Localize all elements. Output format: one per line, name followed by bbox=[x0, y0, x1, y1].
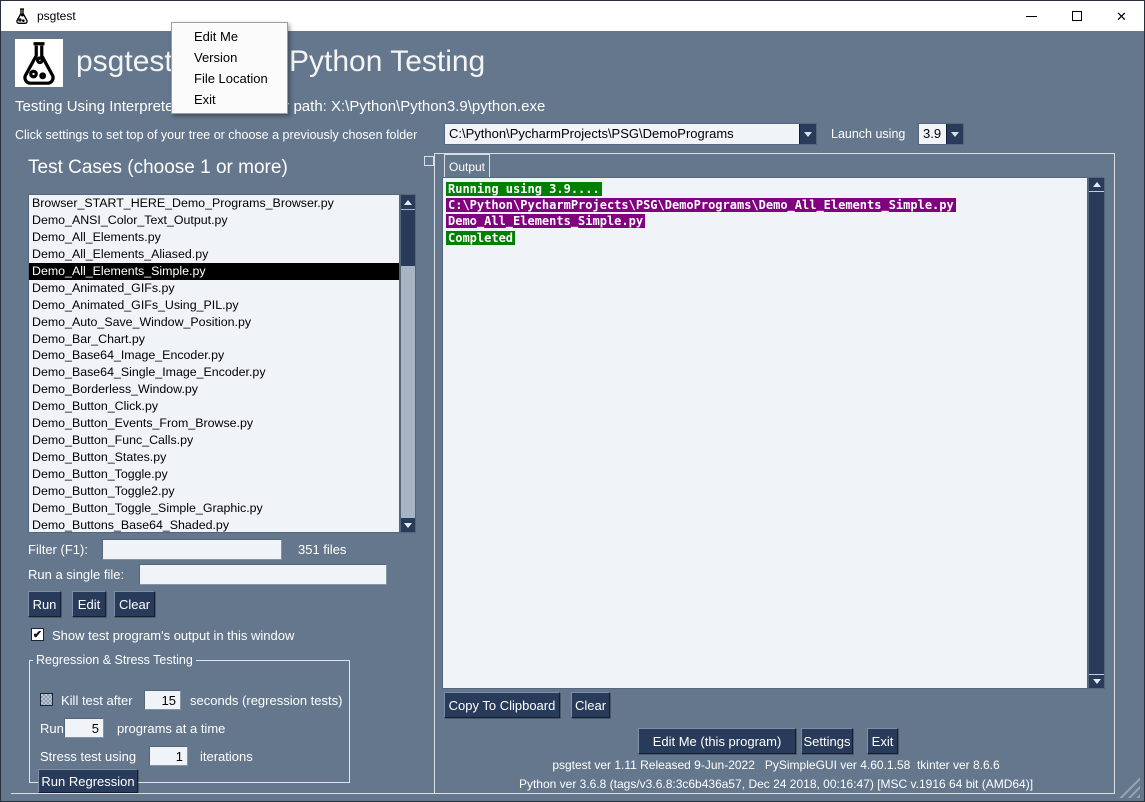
launch-combo-value: 3.9 bbox=[919, 124, 946, 144]
list-item[interactable]: Demo_ANSI_Color_Text_Output.py bbox=[29, 212, 399, 229]
kill-test-suffix: seconds (regression tests) bbox=[190, 693, 342, 708]
flask-icon bbox=[17, 41, 61, 85]
output-multiline[interactable]: Running using 3.9.... C:\Python\PycharmP… bbox=[442, 177, 1088, 689]
maximize-button[interactable] bbox=[1054, 1, 1099, 31]
run-regression-button[interactable]: Run Regression bbox=[38, 769, 138, 793]
list-item[interactable]: Demo_All_Elements_Aliased.py bbox=[29, 246, 399, 263]
stress-label: Stress test using bbox=[40, 749, 136, 764]
scroll-down-icon[interactable] bbox=[401, 518, 415, 532]
test-cases-listbox[interactable]: Browser_START_HERE_Demo_Programs_Browser… bbox=[28, 194, 400, 533]
maximize-icon bbox=[1072, 11, 1082, 21]
menu-item-file-location[interactable]: File Location bbox=[172, 68, 287, 89]
scroll-up-icon[interactable] bbox=[401, 195, 415, 209]
menu-item-exit[interactable]: Exit bbox=[172, 89, 287, 110]
list-item[interactable]: Demo_Base64_Single_Image_Encoder.py bbox=[29, 364, 399, 381]
launch-combo[interactable]: 3.9 bbox=[918, 123, 964, 145]
list-scrollbar[interactable] bbox=[400, 194, 416, 533]
scroll-thumb[interactable] bbox=[1089, 193, 1104, 673]
list-item[interactable]: Demo_Bar_Chart.py bbox=[29, 331, 399, 348]
folder-combo-arrow-icon[interactable] bbox=[799, 124, 816, 144]
output-line: Demo_All_Elements_Simple.py bbox=[446, 213, 1087, 229]
run-count-input[interactable] bbox=[64, 718, 104, 738]
settings-button[interactable]: Settings bbox=[801, 728, 853, 754]
close-button[interactable]: ✕ bbox=[1099, 1, 1144, 31]
exit-button[interactable]: Exit bbox=[867, 728, 898, 754]
app-logo bbox=[15, 39, 63, 87]
list-item[interactable]: Demo_Animated_GIFs_Using_PIL.py bbox=[29, 297, 399, 314]
scroll-up-icon[interactable] bbox=[1089, 178, 1104, 192]
show-output-label: Show test program's output in this windo… bbox=[52, 628, 294, 643]
list-item[interactable]: Demo_Button_Func_Calls.py bbox=[29, 432, 399, 449]
output-line: C:\Python\PycharmProjects\PSG\DemoProgra… bbox=[446, 197, 1087, 213]
kill-test-label: Kill test after bbox=[61, 693, 133, 708]
filter-input[interactable] bbox=[102, 539, 282, 560]
scroll-thumb[interactable] bbox=[401, 210, 415, 266]
tab-output[interactable]: Output bbox=[444, 154, 490, 178]
page-title-left: psgtest bbox=[76, 45, 173, 79]
kill-seconds-input[interactable] bbox=[144, 690, 181, 710]
kill-test-checkbox[interactable] bbox=[40, 693, 53, 706]
version-status-line: psgtest ver 1.11 Released 9-Jun-2022 PyS… bbox=[438, 758, 1114, 772]
menu-item-edit-me[interactable]: Edit Me bbox=[172, 26, 287, 47]
single-file-label: Run a single file: bbox=[28, 567, 124, 582]
output-line: Running using 3.9.... bbox=[446, 181, 1087, 197]
regression-group: Regression & Stress Testing Kill test af… bbox=[29, 653, 350, 783]
list-item[interactable]: Demo_Button_Toggle2.py bbox=[29, 483, 399, 500]
file-count: 351 files bbox=[298, 542, 346, 557]
list-item[interactable]: Demo_Button_Events_From_Browse.py bbox=[29, 415, 399, 432]
list-item-selected[interactable]: Demo_All_Elements_Simple.py bbox=[29, 263, 399, 280]
launch-using-label: Launch using bbox=[831, 127, 905, 141]
close-icon: ✕ bbox=[1116, 10, 1127, 23]
folder-combo[interactable]: C:\Python\PycharmProjects\PSG\DemoProgra… bbox=[444, 123, 817, 145]
python-version-line: Python ver 3.6.8 (tags/v3.6.8:3c6b436a57… bbox=[438, 777, 1114, 791]
copy-to-clipboard-button[interactable]: Copy To Clipboard bbox=[444, 692, 560, 718]
filter-label: Filter (F1): bbox=[28, 542, 88, 557]
list-item[interactable]: Demo_Button_Toggle.py bbox=[29, 466, 399, 483]
minimize-button[interactable] bbox=[1009, 1, 1054, 31]
launch-combo-arrow-icon[interactable] bbox=[946, 124, 963, 144]
run-count-label: Run bbox=[40, 721, 64, 736]
list-item[interactable]: Demo_Buttons_Base64_Shaded.py bbox=[29, 517, 399, 533]
show-output-checkbox[interactable]: ✔ bbox=[31, 628, 44, 641]
list-item[interactable]: Demo_Borderless_Window.py bbox=[29, 381, 399, 398]
pane-grip[interactable] bbox=[424, 156, 434, 166]
list-item[interactable]: Demo_All_Elements.py bbox=[29, 229, 399, 246]
window-title: psgtest bbox=[37, 9, 76, 23]
stress-suffix: iterations bbox=[200, 749, 253, 764]
list-item[interactable]: Browser_START_HERE_Demo_Programs_Browser… bbox=[29, 195, 399, 212]
regression-group-title: Regression & Stress Testing bbox=[33, 653, 196, 667]
list-item[interactable]: Demo_Auto_Save_Window_Position.py bbox=[29, 314, 399, 331]
minimize-icon bbox=[1026, 16, 1037, 17]
folder-combo-value: C:\Python\PycharmProjects\PSG\DemoProgra… bbox=[445, 124, 799, 144]
list-item[interactable]: Demo_Button_Click.py bbox=[29, 398, 399, 415]
app-window: psgtest ✕ psgtest Python Testing Testing… bbox=[0, 0, 1145, 802]
app-flask-icon bbox=[14, 8, 30, 24]
context-menu: Edit Me Version File Location Exit bbox=[171, 22, 288, 114]
run-button[interactable]: Run bbox=[28, 591, 61, 617]
page-title-right: Python Testing bbox=[289, 45, 485, 79]
list-item[interactable]: Demo_Base64_Image_Encoder.py bbox=[29, 347, 399, 364]
list-item[interactable]: Demo_Animated_GIFs.py bbox=[29, 280, 399, 297]
edit-button[interactable]: Edit bbox=[72, 591, 106, 617]
output-scrollbar[interactable] bbox=[1088, 177, 1105, 689]
output-line: Completed bbox=[446, 230, 1087, 246]
edit-me-button[interactable]: Edit Me (this program) bbox=[638, 728, 796, 754]
test-cases-title: Test Cases (choose 1 or more) bbox=[28, 157, 288, 179]
list-item[interactable]: Demo_Button_States.py bbox=[29, 449, 399, 466]
list-item[interactable]: Demo_Button_Toggle_Simple_Graphic.py bbox=[29, 500, 399, 517]
settings-hint-label: Click settings to set top of your tree o… bbox=[15, 128, 417, 142]
scroll-down-icon[interactable] bbox=[1089, 674, 1104, 688]
single-file-input[interactable] bbox=[139, 564, 387, 585]
run-count-suffix: programs at a time bbox=[117, 721, 225, 736]
resize-grip-icon[interactable] bbox=[1117, 775, 1140, 798]
output-clear-button[interactable]: Clear bbox=[571, 692, 610, 718]
stress-count-input[interactable] bbox=[149, 746, 188, 766]
divider bbox=[11, 793, 434, 794]
clear-button[interactable]: Clear bbox=[114, 591, 155, 617]
menu-item-version[interactable]: Version bbox=[172, 47, 287, 68]
